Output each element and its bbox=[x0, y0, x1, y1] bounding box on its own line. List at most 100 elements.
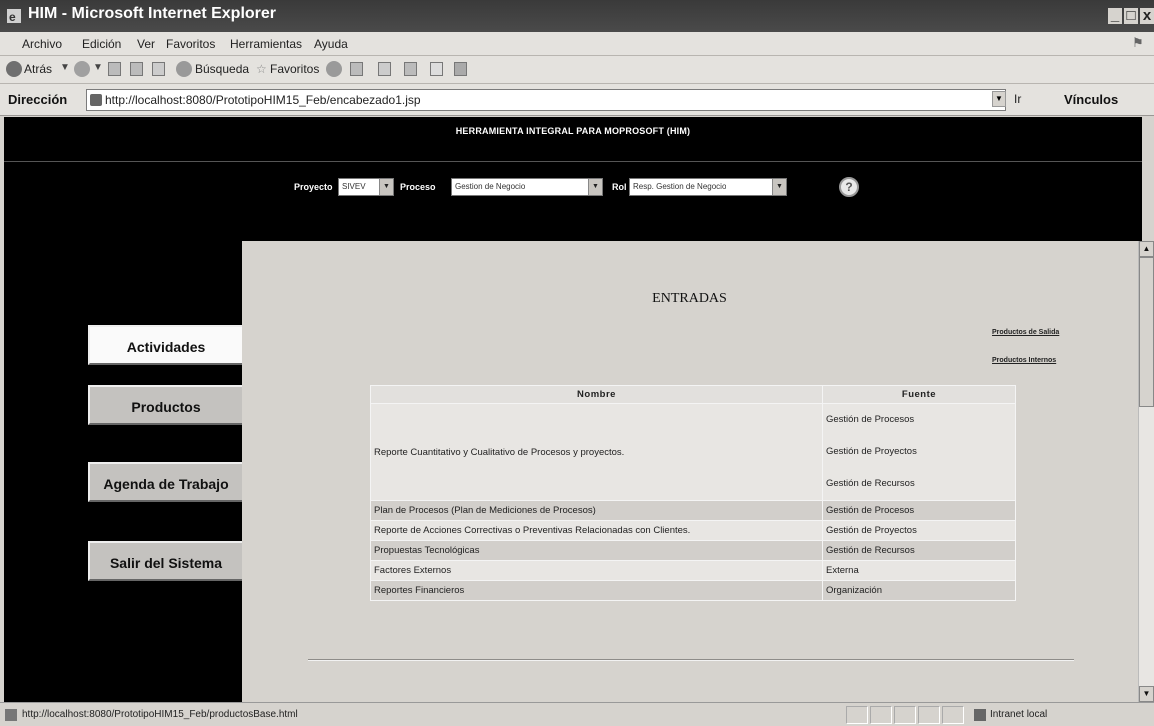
proyecto-label: Proyecto bbox=[294, 182, 333, 192]
forward-icon[interactable] bbox=[74, 61, 90, 77]
status-pane bbox=[918, 706, 940, 724]
print-icon[interactable] bbox=[378, 62, 391, 76]
col-header-fuente: Fuente bbox=[822, 385, 1016, 404]
close-button[interactable]: x bbox=[1140, 8, 1154, 24]
window-title: HIM - Microsoft Internet Explorer bbox=[28, 5, 277, 22]
chevron-down-icon: ▼ bbox=[588, 179, 602, 195]
nav-salir-del-sistema[interactable]: Salir del Sistema bbox=[88, 541, 242, 581]
favorites-icon[interactable]: ☆ bbox=[256, 62, 267, 76]
history-icon[interactable] bbox=[326, 61, 342, 77]
back-button[interactable]: Atrás bbox=[24, 62, 52, 76]
address-input[interactable] bbox=[105, 92, 985, 108]
address-dropdown-button[interactable]: ▼ bbox=[992, 91, 1006, 107]
cell-fuente: Gestión de Procesos Gestión de Proyectos… bbox=[822, 403, 1016, 501]
menu-bar: Archivo Edición Ver Favoritos Herramient… bbox=[0, 32, 1154, 56]
entradas-table: Nombre Fuente Reporte Cuantitativo y Cua… bbox=[370, 385, 1016, 601]
productos-internos-link[interactable]: Productos Internos bbox=[992, 357, 1056, 364]
nav-actividades[interactable]: Actividades bbox=[88, 325, 242, 365]
intranet-icon bbox=[974, 709, 986, 721]
status-pane bbox=[870, 706, 892, 724]
back-dropdown-icon[interactable]: ▼ bbox=[60, 62, 70, 73]
cell-fuente: Gestión de Recursos bbox=[822, 540, 1016, 561]
forward-dropdown-icon[interactable]: ▼ bbox=[93, 62, 103, 73]
productos-de-salida-link[interactable]: Productos de Salida bbox=[992, 329, 1059, 336]
messenger-icon[interactable] bbox=[454, 62, 467, 76]
page-icon bbox=[90, 94, 102, 106]
table-row: Reporte Cuantitativo y Cualitativo de Pr… bbox=[370, 403, 1016, 501]
nav-agenda-de-trabajo[interactable]: Agenda de Trabajo bbox=[88, 462, 242, 502]
proceso-label: Proceso bbox=[400, 182, 436, 192]
favorites-button[interactable]: Favoritos bbox=[270, 62, 319, 76]
links-button[interactable]: Vínculos bbox=[1064, 92, 1118, 107]
address-field[interactable] bbox=[86, 89, 1006, 111]
cell-fuente: Gestión de Proyectos bbox=[822, 520, 1016, 541]
scroll-up-icon[interactable]: ▲ bbox=[1139, 241, 1154, 257]
proceso-select[interactable]: Gestion de Negocio ▼ bbox=[451, 178, 603, 196]
back-icon[interactable] bbox=[6, 61, 22, 77]
bottom-divider bbox=[308, 659, 1074, 661]
menu-ver[interactable]: Ver bbox=[137, 37, 155, 51]
cell-fuente: Gestión de Procesos bbox=[822, 500, 1016, 521]
chevron-down-icon: ▼ bbox=[772, 179, 786, 195]
cell-nombre: Reportes Financieros bbox=[370, 580, 823, 601]
search-button[interactable]: Búsqueda bbox=[195, 62, 249, 76]
address-label: Dirección bbox=[8, 92, 68, 107]
go-button[interactable]: Ir bbox=[1014, 92, 1021, 106]
edit-icon[interactable] bbox=[404, 62, 417, 76]
cell-fuente: Externa bbox=[822, 560, 1016, 581]
discuss-icon[interactable] bbox=[430, 62, 443, 76]
menu-herramientas[interactable]: Herramientas bbox=[230, 37, 302, 51]
page-content: HERRAMIENTA INTEGRAL PARA MOPROSOFT (HIM… bbox=[4, 117, 1142, 702]
cell-nombre: Propuestas Tecnológicas bbox=[370, 540, 823, 561]
table-row: Factores Externos Externa bbox=[370, 560, 1016, 581]
main-panel: ENTRADAS Productos de Salida Productos I… bbox=[242, 241, 1142, 702]
vertical-scrollbar[interactable]: ▲ ▼ bbox=[1138, 241, 1154, 702]
minimize-button[interactable]: _ bbox=[1108, 8, 1122, 24]
browser-window: e HIM - Microsoft Internet Explorer _ □ … bbox=[0, 0, 1154, 726]
rol-value: Resp. Gestion de Negocio bbox=[633, 182, 727, 191]
ie-icon: e bbox=[7, 9, 21, 24]
cell-nombre: Factores Externos bbox=[370, 560, 823, 581]
menu-edicion[interactable]: Edición bbox=[82, 37, 121, 51]
status-pane bbox=[894, 706, 916, 724]
rol-select[interactable]: Resp. Gestion de Negocio ▼ bbox=[629, 178, 787, 196]
help-icon[interactable]: ? bbox=[839, 177, 859, 197]
page-header-title: HERRAMIENTA INTEGRAL PARA MOPROSOFT (HIM… bbox=[455, 126, 691, 136]
nav-productos[interactable]: Productos bbox=[88, 385, 242, 425]
section-title: ENTRADAS bbox=[652, 291, 727, 306]
cell-nombre: Plan de Procesos (Plan de Mediciones de … bbox=[370, 500, 823, 521]
mail-icon[interactable] bbox=[350, 62, 363, 76]
table-row: Propuestas Tecnológicas Gestión de Recur… bbox=[370, 540, 1016, 561]
scroll-thumb[interactable] bbox=[1139, 257, 1154, 407]
menu-archivo[interactable]: Archivo bbox=[22, 37, 62, 51]
svg-text:e: e bbox=[9, 10, 16, 24]
refresh-icon[interactable] bbox=[130, 62, 143, 76]
search-icon[interactable] bbox=[176, 61, 192, 77]
table-header-row: Nombre Fuente bbox=[370, 385, 1016, 404]
maximize-button[interactable]: □ bbox=[1124, 8, 1138, 24]
page-status-icon bbox=[5, 709, 17, 721]
header-divider bbox=[4, 161, 1142, 162]
status-bar: http://localhost:8080/PrototipoHIM15_Feb… bbox=[0, 702, 1154, 726]
cell-fuente-item: Gestión de Proyectos bbox=[826, 446, 917, 457]
cell-fuente: Organización bbox=[822, 580, 1016, 601]
menu-favoritos[interactable]: Favoritos bbox=[166, 37, 215, 51]
chevron-down-icon: ▼ bbox=[379, 179, 393, 195]
address-bar: Dirección ▼ Ir Vínculos bbox=[0, 84, 1154, 116]
cell-fuente-item: Gestión de Procesos bbox=[826, 414, 915, 425]
scroll-down-icon[interactable]: ▼ bbox=[1139, 686, 1154, 702]
stop-icon[interactable] bbox=[108, 62, 121, 76]
proyecto-select[interactable]: SIVEV ▼ bbox=[338, 178, 394, 196]
security-zone: Intranet local bbox=[990, 709, 1048, 720]
table-row: Reporte de Acciones Correctivas o Preven… bbox=[370, 520, 1016, 541]
cell-nombre: Reporte de Acciones Correctivas o Preven… bbox=[370, 520, 823, 541]
status-pane bbox=[942, 706, 964, 724]
menu-ayuda[interactable]: Ayuda bbox=[314, 37, 348, 51]
title-bar: e HIM - Microsoft Internet Explorer _ □ … bbox=[0, 0, 1154, 32]
cell-nombre: Reporte Cuantitativo y Cualitativo de Pr… bbox=[370, 403, 823, 501]
home-icon[interactable] bbox=[152, 62, 165, 76]
proceso-value: Gestion de Negocio bbox=[455, 182, 526, 191]
status-text: http://localhost:8080/PrototipoHIM15_Feb… bbox=[22, 709, 298, 720]
proyecto-value: SIVEV bbox=[342, 182, 366, 191]
table-row: Plan de Procesos (Plan de Mediciones de … bbox=[370, 500, 1016, 521]
